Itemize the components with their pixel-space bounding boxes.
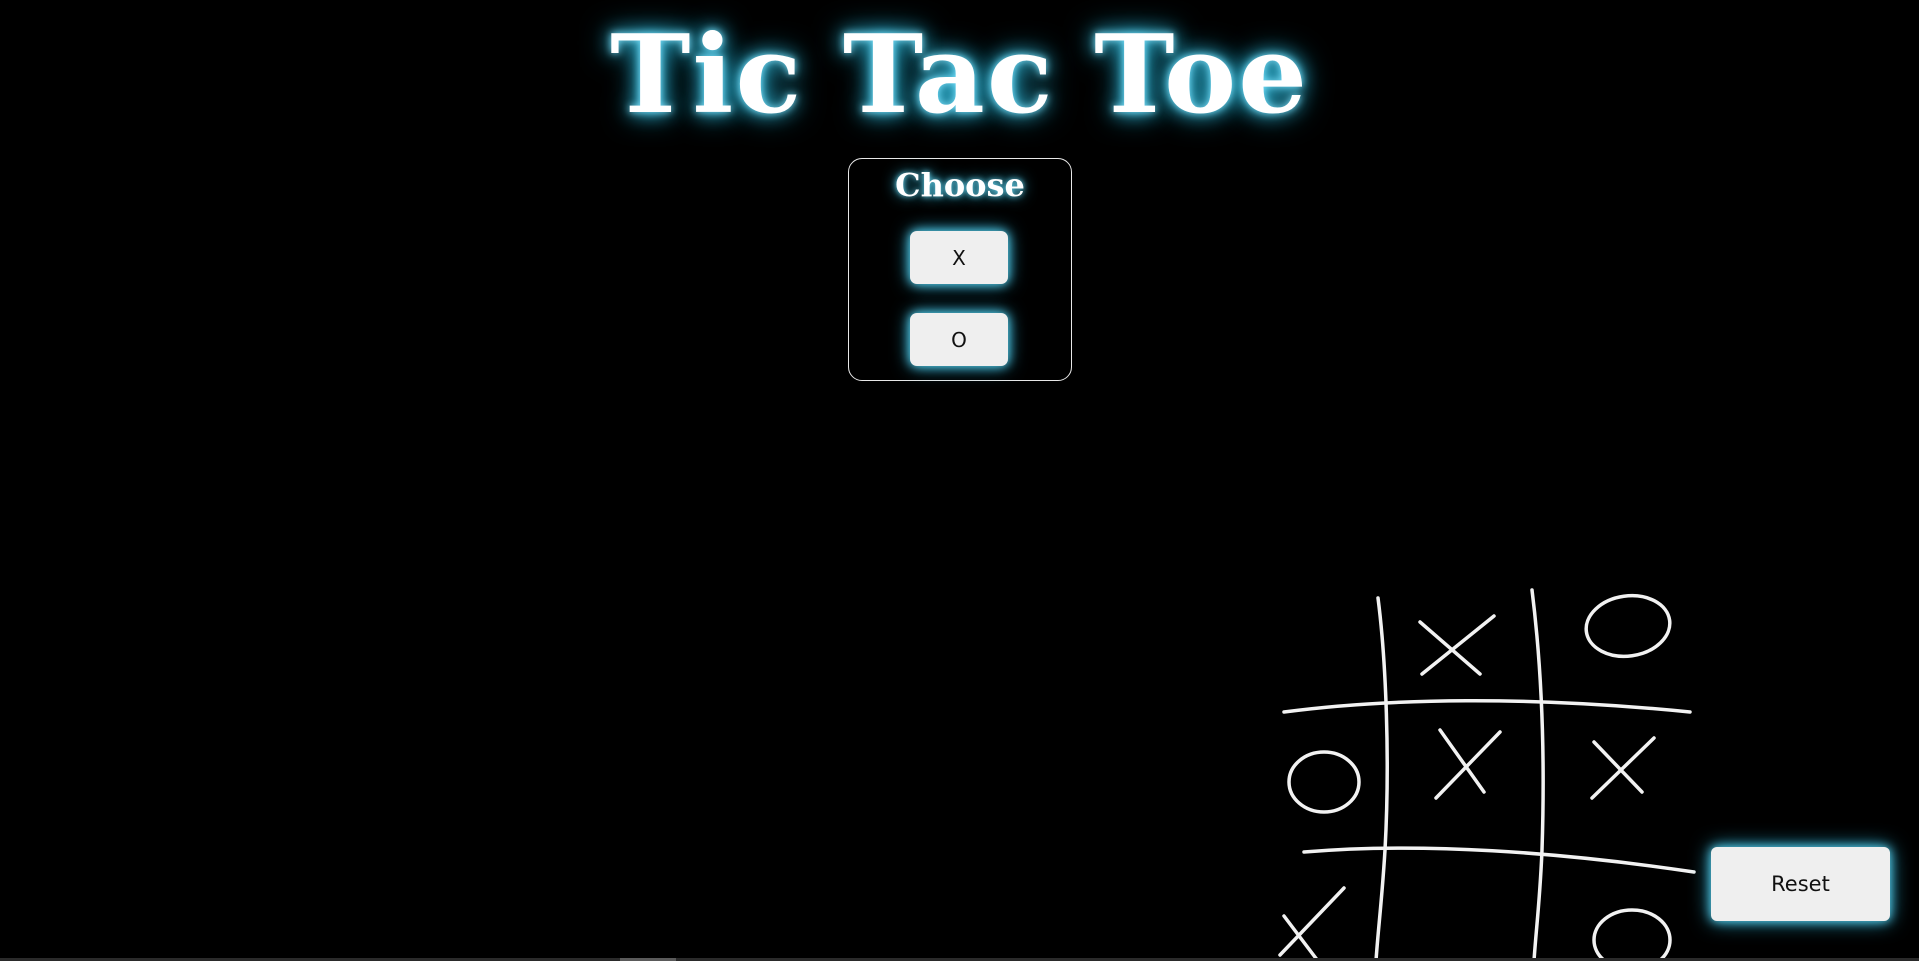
- tic-tac-toe-board-illustration: [1270, 580, 1710, 961]
- game-screen: Tic Tac Toe Choose X O Reset: [0, 0, 1919, 961]
- chooser-heading: Choose: [895, 166, 1025, 204]
- choose-x-button[interactable]: X: [910, 231, 1008, 284]
- page-title: Tic Tac Toe: [610, 12, 1309, 138]
- hand-drawn-tic-tac-toe-board-icon: [1278, 588, 1696, 961]
- reset-button[interactable]: Reset: [1711, 847, 1890, 921]
- choose-o-button[interactable]: O: [910, 313, 1008, 366]
- symbol-chooser-panel: Choose X O: [848, 158, 1072, 381]
